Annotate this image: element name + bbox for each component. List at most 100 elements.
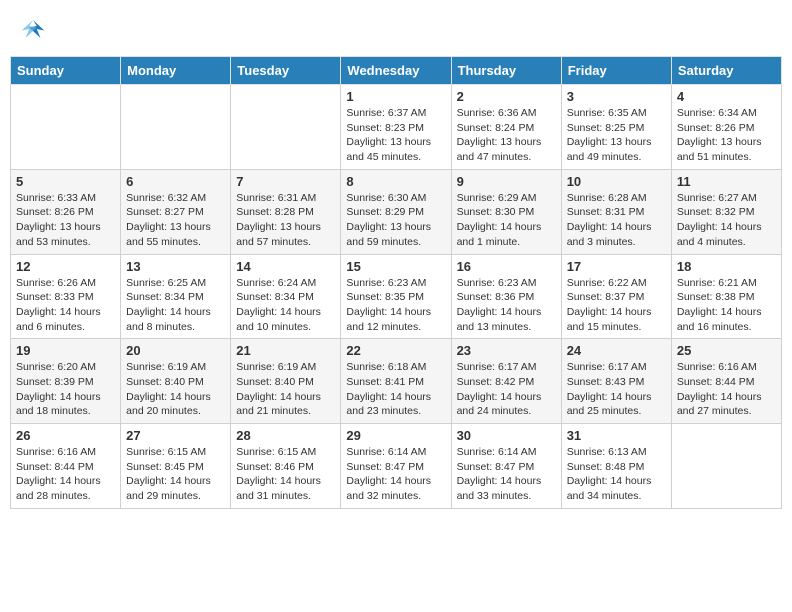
day-info: Sunrise: 6:18 AM Sunset: 8:41 PM Dayligh… <box>346 360 445 419</box>
calendar-cell: 11Sunrise: 6:27 AM Sunset: 8:32 PM Dayli… <box>671 169 781 254</box>
calendar-cell <box>231 85 341 170</box>
calendar-cell: 3 Sunrise: 6:35 AM Sunset: 8:25 PM Daylig… <box>561 85 671 170</box>
calendar-cell: 17 Sunrise: 6:22 AM Sunset: 8:37 PM Dayli… <box>561 254 671 339</box>
column-header-saturday: Saturday <box>671 57 781 85</box>
day-info: Sunrise: 6:28 AM Sunset: 8:31 PM Dayligh… <box>567 191 666 250</box>
day-info: Sunrise: 6:19 AM Sunset: 8:40 PM Dayligh… <box>236 360 335 419</box>
page-header <box>10 10 782 48</box>
day-number: 23 <box>457 343 556 358</box>
day-info: Sunrise: 6:16 AM Sunset: 8:44 PM Dayligh… <box>677 360 776 419</box>
calendar-cell: 4 Sunrise: 6:34 AM Sunset: 8:26 PM Daylig… <box>671 85 781 170</box>
day-info: Sunrise: 6:21 AM Sunset: 8:38 PM Dayligh… <box>677 276 776 335</box>
calendar-cell: 10 Sunrise: 6:28 AM Sunset: 8:31 PM Dayli… <box>561 169 671 254</box>
column-header-friday: Friday <box>561 57 671 85</box>
day-number: 2 <box>457 89 556 104</box>
calendar-week-row: 19 Sunrise: 6:20 AM Sunset: 8:39 PM Dayli… <box>11 339 782 424</box>
day-info: Sunrise: 6:14 AM Sunset: 8:47 PM Dayligh… <box>457 445 556 504</box>
calendar-cell: 7 Sunrise: 6:31 AM Sunset: 8:28 PM Daylig… <box>231 169 341 254</box>
day-info: Sunrise: 6:37 AM Sunset: 8:23 PM Dayligh… <box>346 106 445 165</box>
day-info: Sunrise: 6:17 AM Sunset: 8:43 PM Dayligh… <box>567 360 666 419</box>
day-info: Sunrise: 6:34 AM Sunset: 8:26 PM Dayligh… <box>677 106 776 165</box>
calendar-cell: 22 Sunrise: 6:18 AM Sunset: 8:41 PM Dayli… <box>341 339 451 424</box>
calendar-cell: 25 Sunrise: 6:16 AM Sunset: 8:44 PM Dayli… <box>671 339 781 424</box>
day-number: 28 <box>236 428 335 443</box>
column-header-thursday: Thursday <box>451 57 561 85</box>
day-info: Sunrise: 6:19 AM Sunset: 8:40 PM Dayligh… <box>126 360 225 419</box>
day-info: Sunrise: 6:15 AM Sunset: 8:45 PM Dayligh… <box>126 445 225 504</box>
day-info: Sunrise: 6:15 AM Sunset: 8:46 PM Dayligh… <box>236 445 335 504</box>
day-number: 21 <box>236 343 335 358</box>
day-info: Sunrise: 6:27 AM Sunset: 8:32 PM Dayligh… <box>677 191 776 250</box>
day-info: Sunrise: 6:32 AM Sunset: 8:27 PM Dayligh… <box>126 191 225 250</box>
day-info: Sunrise: 6:30 AM Sunset: 8:29 PM Dayligh… <box>346 191 445 250</box>
day-number: 22 <box>346 343 445 358</box>
calendar-cell: 15Sunrise: 6:23 AM Sunset: 8:35 PM Dayli… <box>341 254 451 339</box>
calendar-cell: 26 Sunrise: 6:16 AM Sunset: 8:44 PM Dayli… <box>11 424 121 509</box>
day-number: 25 <box>677 343 776 358</box>
column-header-monday: Monday <box>121 57 231 85</box>
day-info: Sunrise: 6:17 AM Sunset: 8:42 PM Dayligh… <box>457 360 556 419</box>
calendar-cell: 27Sunrise: 6:15 AM Sunset: 8:45 PM Dayli… <box>121 424 231 509</box>
day-number: 31 <box>567 428 666 443</box>
day-number: 10 <box>567 174 666 189</box>
calendar-cell: 24 Sunrise: 6:17 AM Sunset: 8:43 PM Dayli… <box>561 339 671 424</box>
day-number: 3 <box>567 89 666 104</box>
day-number: 15 <box>346 259 445 274</box>
day-number: 14 <box>236 259 335 274</box>
calendar-cell: 31 Sunrise: 6:13 AM Sunset: 8:48 PM Dayli… <box>561 424 671 509</box>
day-number: 26 <box>16 428 115 443</box>
logo <box>18 14 50 44</box>
day-number: 4 <box>677 89 776 104</box>
day-number: 19 <box>16 343 115 358</box>
day-info: Sunrise: 6:31 AM Sunset: 8:28 PM Dayligh… <box>236 191 335 250</box>
calendar-cell <box>121 85 231 170</box>
calendar-week-row: 26 Sunrise: 6:16 AM Sunset: 8:44 PM Dayli… <box>11 424 782 509</box>
calendar-cell <box>11 85 121 170</box>
day-number: 1 <box>346 89 445 104</box>
calendar-cell <box>671 424 781 509</box>
calendar-cell: 14 Sunrise: 6:24 AM Sunset: 8:34 PM Dayli… <box>231 254 341 339</box>
day-number: 13 <box>126 259 225 274</box>
day-info: Sunrise: 6:14 AM Sunset: 8:47 PM Dayligh… <box>346 445 445 504</box>
day-number: 18 <box>677 259 776 274</box>
calendar-cell: 2 Sunrise: 6:36 AM Sunset: 8:24 PM Daylig… <box>451 85 561 170</box>
column-header-sunday: Sunday <box>11 57 121 85</box>
day-number: 24 <box>567 343 666 358</box>
calendar-cell: 12Sunrise: 6:26 AM Sunset: 8:33 PM Dayli… <box>11 254 121 339</box>
calendar-cell: 30 Sunrise: 6:14 AM Sunset: 8:47 PM Dayli… <box>451 424 561 509</box>
day-info: Sunrise: 6:23 AM Sunset: 8:36 PM Dayligh… <box>457 276 556 335</box>
day-number: 12 <box>16 259 115 274</box>
calendar-table: SundayMondayTuesdayWednesdayThursdayFrid… <box>10 56 782 509</box>
calendar-cell: 18 Sunrise: 6:21 AM Sunset: 8:38 PM Dayli… <box>671 254 781 339</box>
day-number: 16 <box>457 259 556 274</box>
day-number: 17 <box>567 259 666 274</box>
calendar-header-row: SundayMondayTuesdayWednesdayThursdayFrid… <box>11 57 782 85</box>
day-info: Sunrise: 6:13 AM Sunset: 8:48 PM Dayligh… <box>567 445 666 504</box>
day-info: Sunrise: 6:25 AM Sunset: 8:34 PM Dayligh… <box>126 276 225 335</box>
calendar-cell: 16 Sunrise: 6:23 AM Sunset: 8:36 PM Dayli… <box>451 254 561 339</box>
day-info: Sunrise: 6:36 AM Sunset: 8:24 PM Dayligh… <box>457 106 556 165</box>
calendar-cell: 28 Sunrise: 6:15 AM Sunset: 8:46 PM Dayli… <box>231 424 341 509</box>
calendar-cell: 19 Sunrise: 6:20 AM Sunset: 8:39 PM Dayli… <box>11 339 121 424</box>
day-number: 30 <box>457 428 556 443</box>
day-info: Sunrise: 6:29 AM Sunset: 8:30 PM Dayligh… <box>457 191 556 250</box>
day-info: Sunrise: 6:33 AM Sunset: 8:26 PM Dayligh… <box>16 191 115 250</box>
day-number: 20 <box>126 343 225 358</box>
calendar-cell: 9 Sunrise: 6:29 AM Sunset: 8:30 PM Daylig… <box>451 169 561 254</box>
day-info: Sunrise: 6:16 AM Sunset: 8:44 PM Dayligh… <box>16 445 115 504</box>
day-number: 7 <box>236 174 335 189</box>
day-number: 9 <box>457 174 556 189</box>
day-number: 6 <box>126 174 225 189</box>
day-number: 8 <box>346 174 445 189</box>
column-header-wednesday: Wednesday <box>341 57 451 85</box>
day-info: Sunrise: 6:22 AM Sunset: 8:37 PM Dayligh… <box>567 276 666 335</box>
day-info: Sunrise: 6:35 AM Sunset: 8:25 PM Dayligh… <box>567 106 666 165</box>
calendar-cell: 23 Sunrise: 6:17 AM Sunset: 8:42 PM Dayli… <box>451 339 561 424</box>
calendar-week-row: 5Sunrise: 6:33 AM Sunset: 8:26 PM Daylig… <box>11 169 782 254</box>
calendar-week-row: 1 Sunrise: 6:37 AM Sunset: 8:23 PM Daylig… <box>11 85 782 170</box>
day-info: Sunrise: 6:24 AM Sunset: 8:34 PM Dayligh… <box>236 276 335 335</box>
calendar-week-row: 12Sunrise: 6:26 AM Sunset: 8:33 PM Dayli… <box>11 254 782 339</box>
calendar-cell: 21 Sunrise: 6:19 AM Sunset: 8:40 PM Dayli… <box>231 339 341 424</box>
day-info: Sunrise: 6:20 AM Sunset: 8:39 PM Dayligh… <box>16 360 115 419</box>
calendar-cell: 29Sunrise: 6:14 AM Sunset: 8:47 PM Dayli… <box>341 424 451 509</box>
